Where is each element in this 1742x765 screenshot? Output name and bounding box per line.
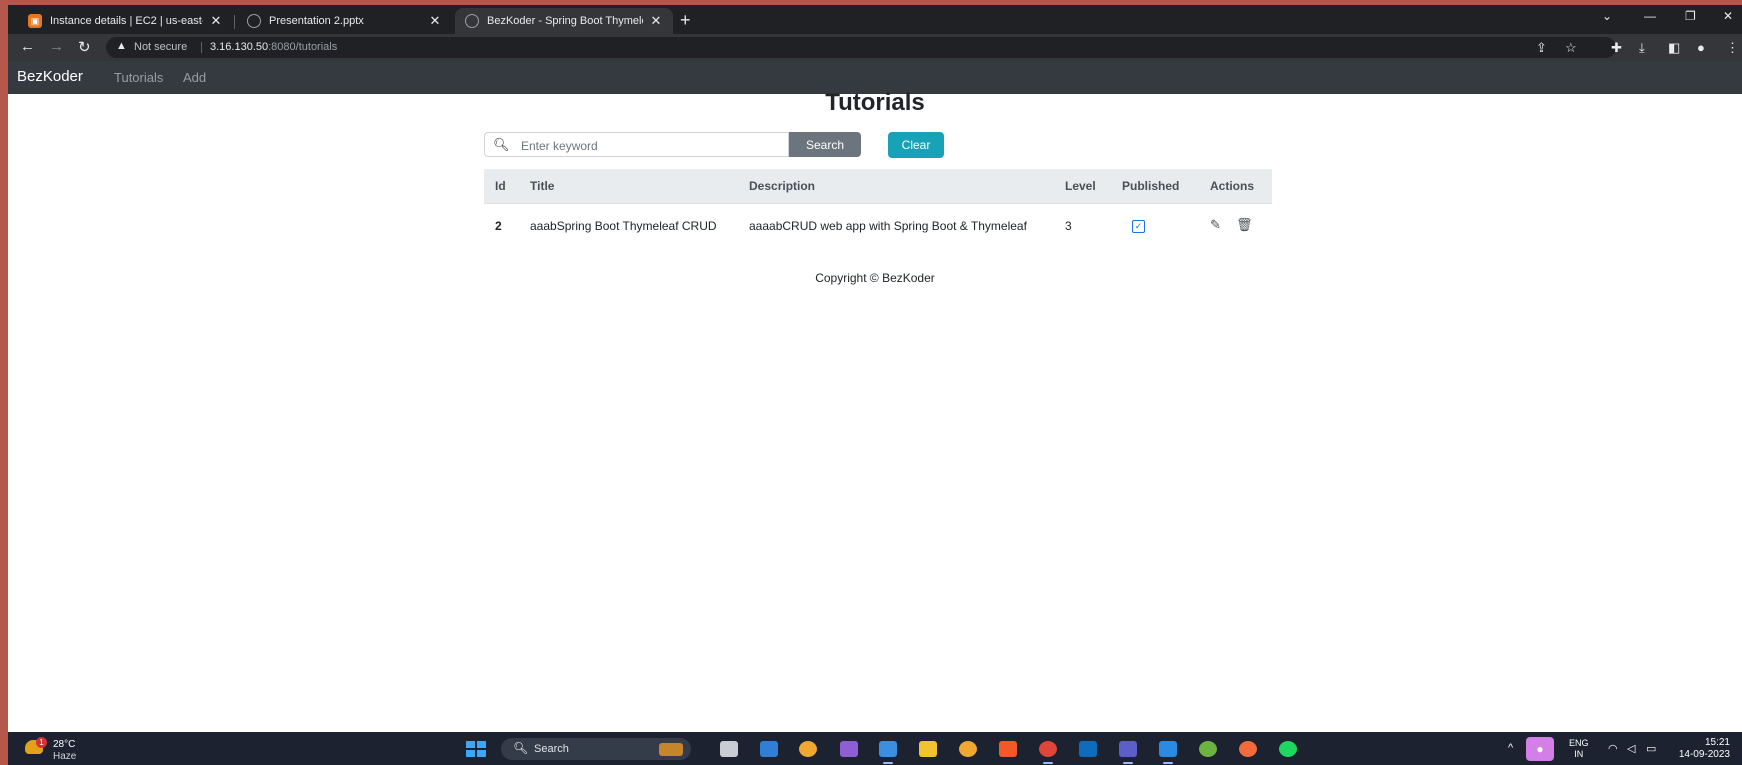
clock-date: 14-09-2023 xyxy=(1678,749,1730,760)
tab-title: Presentation 2.pptx xyxy=(269,15,364,27)
tab-presentation[interactable]: Presentation 2.pptx ✕ xyxy=(237,8,452,34)
address-bar[interactable]: ▲ Not secure 3.16.130.50:8080/tutorials … xyxy=(106,37,1616,58)
brave-icon[interactable] xyxy=(999,741,1017,757)
wifi-icon[interactable]: ◠ xyxy=(1608,742,1618,755)
tab-title: BezKoder - Spring Boot Thymele xyxy=(487,15,643,27)
table-header: Id Title Description Level Published Act… xyxy=(484,169,1272,204)
search-highlight-icon xyxy=(659,743,683,756)
weather-condition: Haze xyxy=(53,751,77,762)
search-input[interactable] xyxy=(519,135,783,156)
teams-icon[interactable] xyxy=(1119,741,1137,764)
side-panel-icon[interactable]: ◧ xyxy=(1668,40,1680,56)
globe-icon xyxy=(247,14,261,28)
windows-taskbar: 1 28°C Haze 🔍︎ Search ^ ● ENG IN ◠ ◁ ▭ 1… xyxy=(8,732,1742,765)
close-window-icon[interactable]: ✕ xyxy=(1723,9,1733,23)
forward-icon[interactable]: → xyxy=(49,38,64,55)
outlook-icon[interactable] xyxy=(1079,741,1097,757)
weather-badge: 1 xyxy=(36,737,47,748)
restore-icon[interactable]: ❐ xyxy=(1685,9,1696,23)
url-host: 3.16.130.50 xyxy=(210,41,269,53)
profile-icon[interactable]: ● xyxy=(1697,40,1705,55)
tab-separator xyxy=(234,15,235,29)
search-icon: 🔍︎ xyxy=(493,137,510,152)
visual-studio-icon[interactable] xyxy=(840,741,858,757)
warning-icon: ▲ xyxy=(116,40,127,52)
app-icon[interactable] xyxy=(879,741,897,764)
globe-icon xyxy=(465,14,479,28)
extensions-icon[interactable]: ✚ xyxy=(1611,40,1622,56)
minimize-icon[interactable]: — xyxy=(1644,9,1656,23)
published-check-icon[interactable]: ✓ xyxy=(1132,220,1145,233)
brand-link[interactable]: BezKoder xyxy=(17,68,83,85)
language-region: IN xyxy=(1574,749,1584,759)
tutorials-table: Id Title Description Level Published Act… xyxy=(484,169,1272,252)
download-icon[interactable]: ⤓ xyxy=(1639,40,1645,56)
tab-search-icon[interactable]: ⌄ xyxy=(1602,9,1612,23)
weather-temp: 28°C xyxy=(53,739,76,750)
eclipse-icon[interactable] xyxy=(799,741,817,757)
tab-title: Instance details | EC2 | us-east-2 xyxy=(50,15,203,27)
postman-icon[interactable] xyxy=(1239,741,1257,757)
edit-icon[interactable]: ✎ xyxy=(1210,217,1221,233)
spotify-icon[interactable] xyxy=(1279,741,1297,757)
tab-bezkoder[interactable]: BezKoder - Spring Boot Thymele ✕ xyxy=(455,8,673,34)
cell-title: aaabSpring Boot Thymeleaf CRUD xyxy=(530,219,717,233)
tab-ec2[interactable]: ▣ Instance details | EC2 | us-east-2 ✕ xyxy=(18,8,233,34)
search-icon: 🔍︎ xyxy=(513,741,529,755)
vscode-icon[interactable] xyxy=(1159,741,1177,764)
tray-chevron-icon[interactable]: ^ xyxy=(1508,742,1513,754)
close-tab-icon[interactable]: ✕ xyxy=(428,13,442,29)
microphone-icon[interactable]: ● xyxy=(1526,737,1554,761)
header-actions: Actions xyxy=(1210,179,1255,193)
share-icon[interactable]: ⇪ xyxy=(1536,40,1547,56)
store-icon[interactable] xyxy=(760,741,778,757)
security-label: Not secure xyxy=(134,41,188,53)
star-icon[interactable]: ☆ xyxy=(1565,40,1577,56)
browser-toolbar: ← → ↻ ▲ Not secure 3.16.130.50:8080/tuto… xyxy=(8,34,1742,61)
menu-icon[interactable]: ⋮ xyxy=(1726,40,1739,56)
windows-start-icon[interactable] xyxy=(466,741,486,757)
clock-time: 15:21 xyxy=(1704,737,1730,748)
volume-icon[interactable]: ◁ xyxy=(1627,742,1635,755)
system-clock[interactable]: 15:21 14-09-2023 xyxy=(1679,737,1730,761)
language-indicator[interactable]: ENG IN xyxy=(1569,738,1589,760)
spring-tools-icon[interactable] xyxy=(1199,741,1217,757)
close-tab-icon[interactable]: ✕ xyxy=(649,13,663,29)
taskbar-search-label: Search xyxy=(534,743,569,755)
header-level: Level xyxy=(1065,179,1096,193)
page-title: Tutorials xyxy=(825,89,925,116)
battery-icon[interactable]: ▭ xyxy=(1646,742,1656,755)
trash-icon[interactable]: 🗑︎ xyxy=(1236,217,1253,233)
cell-level: 3 xyxy=(1065,219,1072,233)
header-id: Id xyxy=(495,179,506,193)
search-field[interactable]: 🔍︎ xyxy=(484,132,789,157)
cell-id: 2 xyxy=(495,219,502,233)
back-icon[interactable]: ← xyxy=(20,38,35,55)
header-published: Published xyxy=(1122,179,1180,193)
language-code: ENG xyxy=(1569,738,1589,748)
clear-button[interactable]: Clear xyxy=(888,132,944,158)
browser-tab-strip: ▣ Instance details | EC2 | us-east-2 ✕ P… xyxy=(8,5,1742,34)
new-tab-icon[interactable]: + xyxy=(680,10,691,31)
url-text: 3.16.130.50:8080/tutorials xyxy=(210,41,337,53)
screen: ▣ Instance details | EC2 | us-east-2 ✕ P… xyxy=(8,5,1742,765)
nav-add[interactable]: Add xyxy=(183,70,206,85)
taskbar-search[interactable]: 🔍︎ Search xyxy=(501,738,691,760)
task-view-icon[interactable] xyxy=(720,741,738,757)
file-explorer-icon[interactable] xyxy=(919,741,937,757)
cell-description: aaaabCRUD web app with Spring Boot & Thy… xyxy=(749,219,1027,233)
search-button[interactable]: Search xyxy=(789,132,861,157)
table-row: 2 aaabSpring Boot Thymeleaf CRUD aaaabCR… xyxy=(484,204,1272,252)
eclipse-icon[interactable] xyxy=(959,741,977,757)
reload-icon[interactable]: ↻ xyxy=(78,38,91,56)
divider xyxy=(201,42,202,53)
chrome-icon[interactable] xyxy=(1039,741,1057,764)
aws-icon: ▣ xyxy=(28,14,42,28)
header-title: Title xyxy=(530,179,555,193)
close-tab-icon[interactable]: ✕ xyxy=(209,13,223,29)
nav-tutorials[interactable]: Tutorials xyxy=(114,70,163,85)
header-description: Description xyxy=(749,179,816,193)
url-path: :8080/tutorials xyxy=(268,41,338,53)
footer: Copyright © BezKoder xyxy=(815,271,935,285)
